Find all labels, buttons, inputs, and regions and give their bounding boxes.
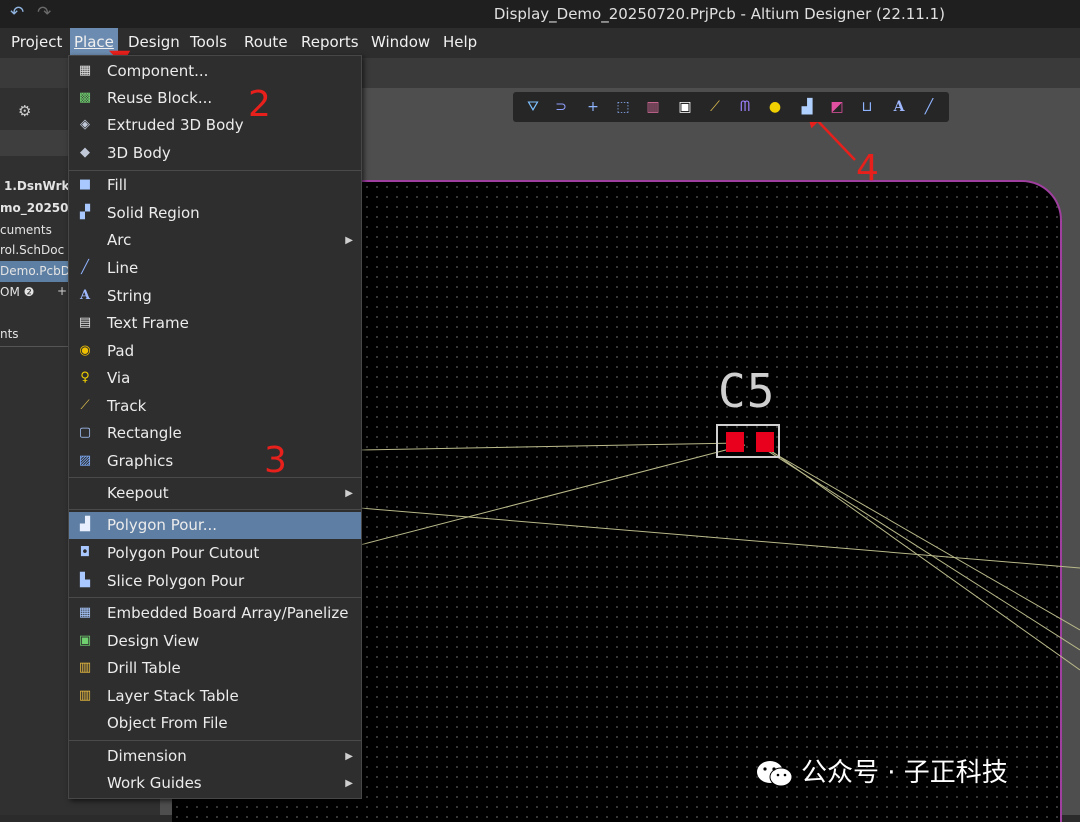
ratsnest-line [769,449,1080,671]
board-array-icon: ▦ [78,605,92,620]
menu-item-fill[interactable]: ■ Fill [69,172,361,199]
menu-item-track[interactable]: ⟋ Track [69,393,361,420]
menu-item-graphics[interactable]: ▨ Graphics [69,448,361,475]
crosshair-icon[interactable]: + [583,97,603,117]
menu-item-line[interactable]: ╱ Line [69,255,361,282]
text-frame-icon: ▤ [78,315,92,330]
menu-item-text-frame[interactable]: ▤ Text Frame [69,310,361,337]
reuse-block-icon: ▩ [78,90,92,105]
diff-pair-icon[interactable]: ᗰ [735,97,755,117]
string-icon[interactable]: A [889,97,909,117]
ratsnest-line [764,447,1080,631]
polygon-pour-icon: ▟ [80,517,90,532]
line-icon: ╱ [81,260,89,275]
submenu-arrow-icon: ▶ [345,235,353,246]
menu-item-work-guides[interactable]: Work Guides ▶ [69,770,361,797]
solid-region-icon: ▞ [80,205,90,220]
annotation-number-2: 2 [248,84,271,125]
menu-item-reuse-block[interactable]: ▩ Reuse Block... [69,85,361,112]
submenu-arrow-icon: ▶ [345,778,353,789]
menu-item-drill-table[interactable]: ▥ Drill Table [69,655,361,682]
menu-item-component[interactable]: ▦ Component... [69,58,361,85]
menu-separator [69,597,361,598]
annotation-number-3: 3 [264,440,287,481]
menu-item-string[interactable]: A String [69,283,361,310]
drill-table-icon: ▥ [78,660,92,675]
menu-item-solid-region[interactable]: ▞ Solid Region [69,200,361,227]
annotation-number-4: 4 [856,148,879,189]
rectangle-icon: ▢ [78,425,92,440]
keepout-icon[interactable]: ◩ [827,97,847,117]
menu-separator [69,740,361,741]
layer-stack-icon: ▥ [78,688,92,703]
menu-item-polygon-pour[interactable]: ▟ Polygon Pour... [69,512,361,539]
menu-item-dimension[interactable]: Dimension ▶ [69,743,361,770]
route-icon[interactable]: ⟋ [705,97,725,117]
polygon-cutout-icon: ◘ [79,545,91,560]
menu-item-via[interactable]: ♀ Via [69,365,361,392]
watermark-text: 公众号 · 子正科技 [801,758,1008,788]
extruded-body-icon: ◈ [80,117,90,132]
slice-polygon-icon: ▙ [80,573,90,588]
3d-body-icon: ◆ [80,145,90,160]
design-view-icon: ▣ [78,633,92,648]
place-menu: ▦ Component... ▩ Reuse Block... ◈ Extrud… [68,55,362,799]
menu-item-slice-polygon-pour[interactable]: ▙ Slice Polygon Pour [69,568,361,595]
submenu-arrow-icon: ▶ [345,751,353,762]
menu-item-rectangle[interactable]: ▢ Rectangle [69,420,361,447]
polygon-pour-icon[interactable]: ▟ [797,97,817,117]
ratsnest-line [359,442,741,451]
component-icon: ▦ [78,63,92,78]
line-icon[interactable]: ╱ [919,97,939,117]
menu-item-embedded-board-array[interactable]: ▦ Embedded Board Array/Panelize [69,600,361,627]
component-designator: C5 [718,364,776,418]
string-icon: A [79,288,91,303]
wechat-icon [757,760,793,786]
pad-1[interactable] [726,432,744,452]
menu-item-design-view[interactable]: ▣ Design View [69,628,361,655]
graphics-icon: ▨ [78,453,92,468]
via-icon[interactable]: ● [765,97,785,117]
pad-icon: ◉ [79,343,91,358]
menu-item-extruded-3d-body[interactable]: ◈ Extruded 3D Body [69,112,361,139]
active-bar-toolbar: ⛛ ⊃ + ⬚ ▥ ▣ ⟋ ᗰ ● ▟ ◩ ⊔ A ╱ [513,92,949,122]
select-rect-icon[interactable]: ⬚ [613,97,633,117]
pad-2[interactable] [756,432,774,452]
annotation-arrow-4 [814,117,856,161]
menu-separator [69,170,361,171]
menu-separator [69,477,361,478]
menu-item-polygon-pour-cutout[interactable]: ◘ Polygon Pour Cutout [69,540,361,567]
watermark: 公众号 · 子正科技 [755,752,1008,789]
align-icon[interactable]: ▥ [643,97,663,117]
track-icon: ⟋ [80,398,90,413]
component-c5[interactable] [716,424,780,458]
filter-icon[interactable]: ⛛ [523,97,543,117]
menu-item-object-from-file[interactable]: Object From File [69,710,361,737]
menu-separator [69,509,361,510]
dimension-icon[interactable]: ⊔ [857,97,877,117]
menu-item-arc[interactable]: Arc ▶ [69,227,361,254]
ratsnest-line [359,444,746,546]
submenu-arrow-icon: ▶ [345,488,353,499]
menu-item-3d-body[interactable]: ◆ 3D Body [69,140,361,167]
menu-item-keepout[interactable]: Keepout ▶ [69,480,361,507]
fill-icon: ■ [78,177,92,192]
move-icon[interactable]: ⊃ [551,97,571,117]
menu-item-layer-stack-table[interactable]: ▥ Layer Stack Table [69,683,361,710]
menu-item-pad[interactable]: ◉ Pad [69,338,361,365]
via-icon: ♀ [80,370,90,385]
place-component-icon[interactable]: ▣ [675,97,695,117]
